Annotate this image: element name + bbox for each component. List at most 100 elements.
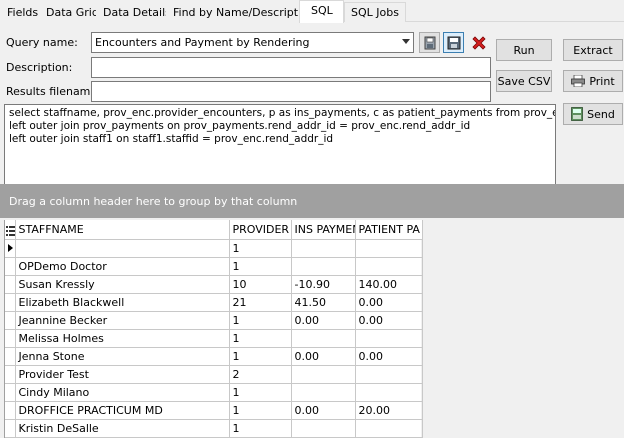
table-row[interactable]: Elizabeth Blackwell 21 41.50 0.00 xyxy=(5,293,423,312)
table-cell[interactable]: Melissa Holmes xyxy=(15,329,230,348)
column-chooser-button[interactable] xyxy=(5,220,16,240)
table-cell[interactable] xyxy=(355,383,423,402)
table-row[interactable]: DROFFICE PRACTICUM MD 1 0.00 20.00 xyxy=(5,401,423,420)
table-cell[interactable]: 1 xyxy=(229,401,292,420)
table-cell[interactable]: 1 xyxy=(229,329,292,348)
table-cell[interactable]: Kristin DeSalle xyxy=(15,419,230,438)
tab-label: SQL xyxy=(311,4,333,17)
tab-label: Data Details xyxy=(103,6,171,19)
table-cell[interactable] xyxy=(291,365,356,384)
tab-sql-jobs[interactable]: SQL Jobs xyxy=(344,2,406,22)
results-filename-label: Results filename: xyxy=(6,85,101,98)
table-row[interactable]: Cindy Milano 1 xyxy=(5,383,423,402)
row-indicator[interactable] xyxy=(5,401,16,420)
table-cell[interactable]: 0.00 xyxy=(291,311,356,330)
table-cell[interactable]: Jeannine Becker xyxy=(15,311,230,330)
table-cell[interactable] xyxy=(291,239,356,258)
row-indicator[interactable] xyxy=(5,275,16,294)
table-cell[interactable]: 0.00 xyxy=(291,401,356,420)
send-button[interactable]: Send xyxy=(563,103,623,125)
row-indicator[interactable] xyxy=(5,311,16,330)
table-cell[interactable]: Cindy Milano xyxy=(15,383,230,402)
row-indicator[interactable] xyxy=(5,419,16,438)
table-cell[interactable]: 0.00 xyxy=(291,347,356,366)
combo-dropdown-button[interactable] xyxy=(397,33,413,52)
table-row[interactable]: Susan Kressly 10 -10.90 140.00 xyxy=(5,275,423,294)
table-cell[interactable]: 140.00 xyxy=(355,275,423,294)
row-indicator[interactable] xyxy=(5,239,16,258)
table-cell[interactable]: Susan Kressly xyxy=(15,275,230,294)
query-name-combobox[interactable]: Encounters and Payment by Rendering xyxy=(91,32,414,53)
table-row[interactable]: Kristin DeSalle 1 xyxy=(5,419,423,438)
column-header-ins-payments[interactable]: INS PAYMEN xyxy=(291,220,356,240)
table-cell[interactable]: 1 xyxy=(229,419,292,438)
table-row[interactable]: Melissa Holmes 1 xyxy=(5,329,423,348)
table-row[interactable]: 1 xyxy=(5,239,423,258)
table-cell[interactable] xyxy=(291,383,356,402)
column-header-provider-encounters[interactable]: PROVIDER E xyxy=(229,220,292,240)
results-filename-field[interactable] xyxy=(91,81,491,102)
row-indicator[interactable] xyxy=(5,365,16,384)
group-by-panel[interactable]: Drag a column header here to group by th… xyxy=(0,184,624,218)
table-row[interactable]: Jeannine Becker 1 0.00 0.00 xyxy=(5,311,423,330)
table-cell[interactable]: 2 xyxy=(229,365,292,384)
save-query-button[interactable] xyxy=(443,32,464,53)
results-grid[interactable]: STAFFNAME PROVIDER E INS PAYMEN PATIENT … xyxy=(4,220,423,438)
extract-button-label: Extract xyxy=(573,43,613,57)
table-cell[interactable]: Elizabeth Blackwell xyxy=(15,293,230,312)
tab-label: Find by Name/Description xyxy=(173,6,315,19)
table-cell[interactable] xyxy=(291,257,356,276)
column-chooser-icon xyxy=(6,226,14,237)
table-cell[interactable]: 21 xyxy=(229,293,292,312)
table-cell[interactable] xyxy=(355,365,423,384)
table-cell[interactable]: 1 xyxy=(229,239,292,258)
table-cell[interactable] xyxy=(291,419,356,438)
table-cell[interactable]: -10.90 xyxy=(291,275,356,294)
table-cell[interactable]: 0.00 xyxy=(355,347,423,366)
table-cell[interactable] xyxy=(15,239,230,258)
table-cell[interactable]: Provider Test xyxy=(15,365,230,384)
column-header-patient-payments[interactable]: PATIENT PA xyxy=(355,220,423,240)
table-row[interactable]: Provider Test 2 xyxy=(5,365,423,384)
extract-button[interactable]: Extract xyxy=(563,39,623,61)
table-cell[interactable]: 0.00 xyxy=(355,311,423,330)
table-cell[interactable]: 1 xyxy=(229,383,292,402)
grid-header-row: STAFFNAME PROVIDER E INS PAYMEN PATIENT … xyxy=(5,220,423,240)
table-row[interactable]: Jenna Stone 1 0.00 0.00 xyxy=(5,347,423,366)
row-indicator[interactable] xyxy=(5,257,16,276)
table-cell[interactable]: 20.00 xyxy=(355,401,423,420)
table-cell[interactable]: 41.50 xyxy=(291,293,356,312)
red-x-delete-icon xyxy=(471,35,486,50)
open-query-button[interactable] xyxy=(419,32,440,53)
column-header-staffname[interactable]: STAFFNAME xyxy=(15,220,230,240)
send-button-label: Send xyxy=(587,107,615,121)
row-indicator[interactable] xyxy=(5,329,16,348)
table-cell[interactable] xyxy=(291,329,356,348)
table-cell[interactable] xyxy=(355,419,423,438)
table-cell[interactable]: Jenna Stone xyxy=(15,347,230,366)
row-indicator[interactable] xyxy=(5,383,16,402)
delete-query-button[interactable] xyxy=(468,32,489,53)
group-by-hint: Drag a column header here to group by th… xyxy=(9,195,298,208)
row-indicator[interactable] xyxy=(5,293,16,312)
table-cell[interactable]: 10 xyxy=(229,275,292,294)
table-cell[interactable] xyxy=(355,257,423,276)
table-cell[interactable]: 1 xyxy=(229,257,292,276)
run-button[interactable]: Run xyxy=(496,39,552,61)
table-row[interactable]: OPDemo Doctor 1 xyxy=(5,257,423,276)
print-button[interactable]: Print xyxy=(563,70,623,92)
table-cell[interactable]: 0.00 xyxy=(355,293,423,312)
table-cell[interactable]: 1 xyxy=(229,347,292,366)
description-label: Description: xyxy=(6,61,73,74)
table-cell[interactable]: 1 xyxy=(229,311,292,330)
tab-label: Fields xyxy=(7,6,39,19)
table-cell[interactable]: DROFFICE PRACTICUM MD xyxy=(15,401,230,420)
tab-sql[interactable]: SQL xyxy=(299,0,344,23)
description-field[interactable] xyxy=(91,57,491,78)
row-indicator[interactable] xyxy=(5,347,16,366)
table-cell[interactable]: OPDemo Doctor xyxy=(15,257,230,276)
table-cell[interactable] xyxy=(355,239,423,258)
tab-label: Data Grid xyxy=(46,6,99,19)
table-cell[interactable] xyxy=(355,329,423,348)
save-csv-button[interactable]: Save CSV xyxy=(496,70,552,92)
